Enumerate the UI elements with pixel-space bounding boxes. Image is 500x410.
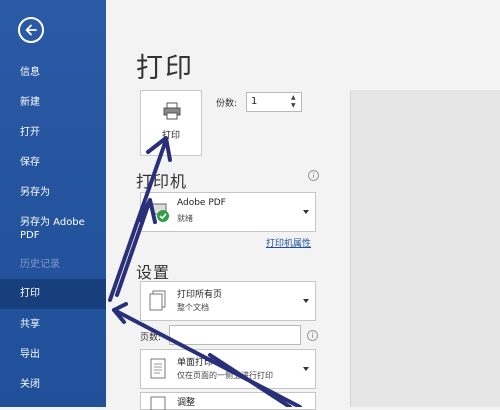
- print-pane: 打印 打印 份数: 1 ▲ ▼ 打印机 i Adobe PDF 就绪 打印机属性…: [106, 0, 500, 410]
- sidebar-item-close[interactable]: 关闭: [0, 378, 106, 391]
- sidebar-item-print[interactable]: 打印: [0, 279, 106, 309]
- sidebar-item-info[interactable]: 信息: [0, 66, 106, 79]
- print-range-dropdown[interactable]: 打印所有页 整个文档: [140, 281, 316, 321]
- info-icon[interactable]: i: [308, 170, 319, 181]
- print-button-label: 打印: [161, 131, 180, 141]
- chevron-down-icon: [303, 367, 309, 371]
- print-range-subtitle: 整个文档: [177, 303, 209, 312]
- sidebar-item-open[interactable]: 打开: [0, 126, 106, 139]
- sidebar-item-share[interactable]: 共享: [0, 318, 106, 331]
- printer-status-icon: [151, 203, 169, 222]
- printer-status: 就绪: [177, 214, 193, 223]
- sides-title: 单面打印: [177, 358, 214, 368]
- printer-dropdown[interactable]: Adobe PDF 就绪: [140, 192, 316, 232]
- spin-up-icon[interactable]: ▲: [291, 94, 299, 102]
- settings-section-title: 设置: [136, 263, 171, 282]
- printer-name: Adobe PDF: [177, 198, 226, 208]
- info-icon[interactable]: i: [307, 330, 318, 341]
- sidebar-item-new[interactable]: 新建: [0, 96, 106, 109]
- scaling-icon: [150, 396, 166, 410]
- pages-icon: [149, 290, 166, 311]
- sidebar-item-save-as-adobe-pdf[interactable]: 另存为 Adobe PDF: [0, 216, 100, 242]
- print-range-title: 打印所有页: [177, 290, 223, 300]
- spin-down-icon[interactable]: ▼: [291, 102, 299, 110]
- page-title: 打印: [136, 53, 194, 84]
- copies-value: 1: [251, 96, 258, 107]
- sidebar-item-save-as[interactable]: 另存为: [0, 186, 106, 199]
- copies-input[interactable]: 1 ▲ ▼: [246, 92, 302, 112]
- printer-properties-link[interactable]: 打印机属性: [266, 236, 311, 249]
- back-arrow-icon[interactable]: [18, 17, 44, 43]
- scaling-title: 调整: [177, 398, 196, 408]
- printer-section-title: 打印机: [136, 172, 188, 191]
- sidebar-item-export[interactable]: 导出: [0, 348, 106, 361]
- chevron-down-icon: [303, 210, 309, 214]
- printer-icon: [163, 102, 181, 120]
- copies-label: 份数:: [216, 99, 238, 109]
- backstage-sidebar: 信息 新建 打开 保存 另存为 另存为 Adobe PDF 历史记录 打印 共享…: [0, 0, 106, 407]
- print-button[interactable]: 打印: [140, 90, 202, 156]
- sides-dropdown[interactable]: 单面打印 仅在页面的一侧上进行打印: [140, 349, 316, 389]
- pages-label: 页数:: [140, 333, 162, 343]
- single-sided-icon: [150, 358, 166, 379]
- sides-subtitle: 仅在页面的一侧上进行打印: [177, 371, 273, 380]
- sidebar-item-history: 历史记录: [20, 259, 60, 270]
- pages-input[interactable]: [169, 325, 301, 345]
- sidebar-item-save[interactable]: 保存: [0, 156, 106, 169]
- scaling-dropdown[interactable]: 调整: [140, 392, 316, 410]
- chevron-down-icon: [303, 299, 309, 303]
- print-preview-panel: [350, 90, 500, 407]
